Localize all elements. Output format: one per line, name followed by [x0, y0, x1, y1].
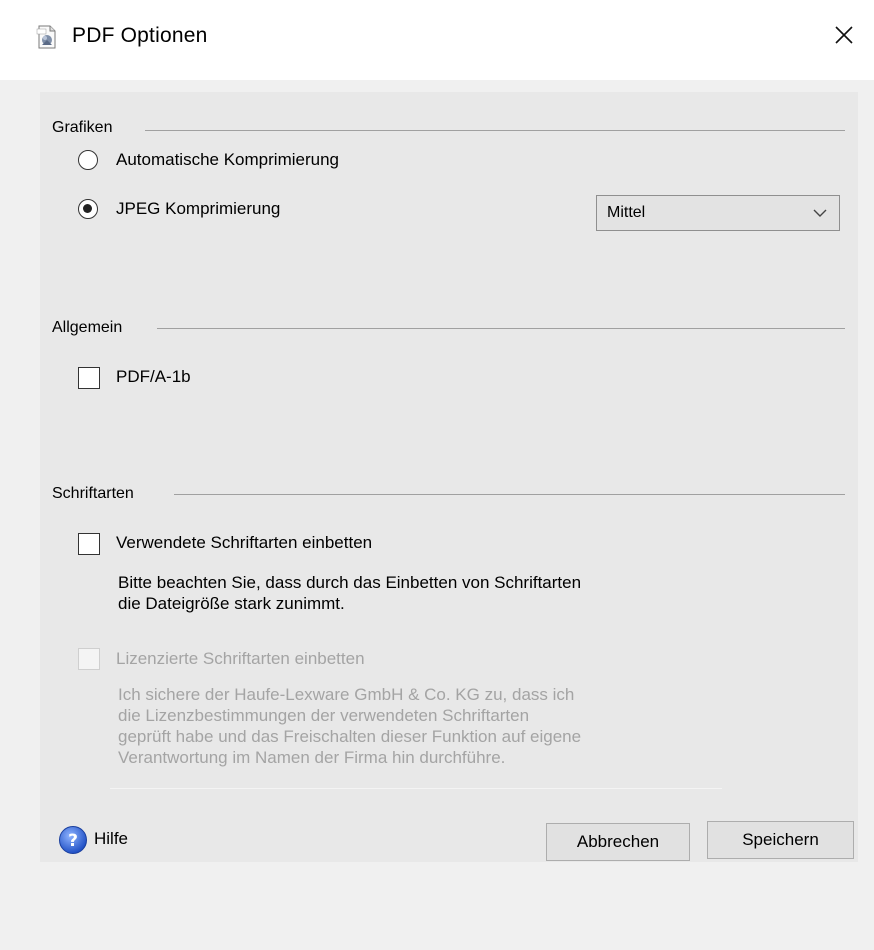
pdfa-checkbox-label[interactable]: PDF/A-1b [116, 367, 191, 387]
pdf-document-icon [36, 25, 56, 49]
help-link[interactable]: Hilfe [94, 829, 128, 849]
licensed-fonts-checkbox[interactable] [78, 648, 100, 670]
radio-jpeg-compression-label[interactable]: JPEG Komprimierung [116, 199, 280, 219]
radio-auto-compression[interactable] [78, 150, 98, 170]
note-line: die Lizenzbestimmungen der verwendeten S… [118, 706, 530, 725]
group-title-fonts: Schriftarten [52, 485, 134, 502]
radio-auto-compression-label[interactable]: Automatische Komprimierung [116, 150, 339, 170]
group-divider [174, 494, 845, 495]
note-line: Bitte beachten Sie, dass durch das Einbe… [118, 573, 582, 592]
note-line: geprüft habe und das Freischalten dieser… [118, 727, 582, 746]
group-title-general: Allgemein [52, 319, 123, 336]
close-button[interactable] [814, 0, 874, 70]
jpeg-quality-select[interactable]: Mittel [596, 195, 840, 231]
close-icon [835, 26, 853, 44]
radio-jpeg-compression[interactable] [78, 199, 98, 219]
radio-selected-dot [83, 204, 92, 213]
group-title-graphics: Grafiken [52, 119, 113, 136]
save-button[interactable]: Speichern [707, 821, 854, 859]
options-panel: Grafiken Automatische Komprimierung JPEG… [40, 92, 858, 862]
note-line: Ich sichere der Haufe-Lexware GmbH & Co.… [118, 685, 575, 704]
jpeg-quality-value: Mittel [607, 204, 646, 221]
title-bar: PDF Optionen [0, 0, 874, 80]
group-divider [157, 328, 845, 329]
svg-text:?: ? [68, 831, 78, 851]
pdfa-checkbox[interactable] [78, 367, 100, 389]
dialog-body: Grafiken Automatische Komprimierung JPEG… [0, 80, 874, 950]
cancel-button[interactable]: Abbrechen [546, 823, 690, 861]
embed-fonts-checkbox[interactable] [78, 533, 100, 555]
window-title: PDF Optionen [72, 24, 208, 47]
embed-fonts-note: Bitte beachten Sie, dass durch das Einbe… [118, 572, 581, 614]
note-line: die Dateigröße stark zunimmt. [118, 594, 345, 613]
chevron-down-icon [813, 209, 827, 217]
license-note-box: Ich sichere der Haufe-Lexware GmbH & Co.… [110, 678, 722, 789]
note-line: Verantwortung im Namen der Firma hin dur… [118, 748, 506, 767]
help-icon[interactable]: ? [58, 825, 88, 855]
embed-fonts-label[interactable]: Verwendete Schriftarten einbetten [116, 533, 372, 553]
license-note: Ich sichere der Haufe-Lexware GmbH & Co.… [118, 684, 581, 768]
licensed-fonts-label[interactable]: Lizenzierte Schriftarten einbetten [116, 649, 365, 669]
group-divider [145, 130, 845, 131]
